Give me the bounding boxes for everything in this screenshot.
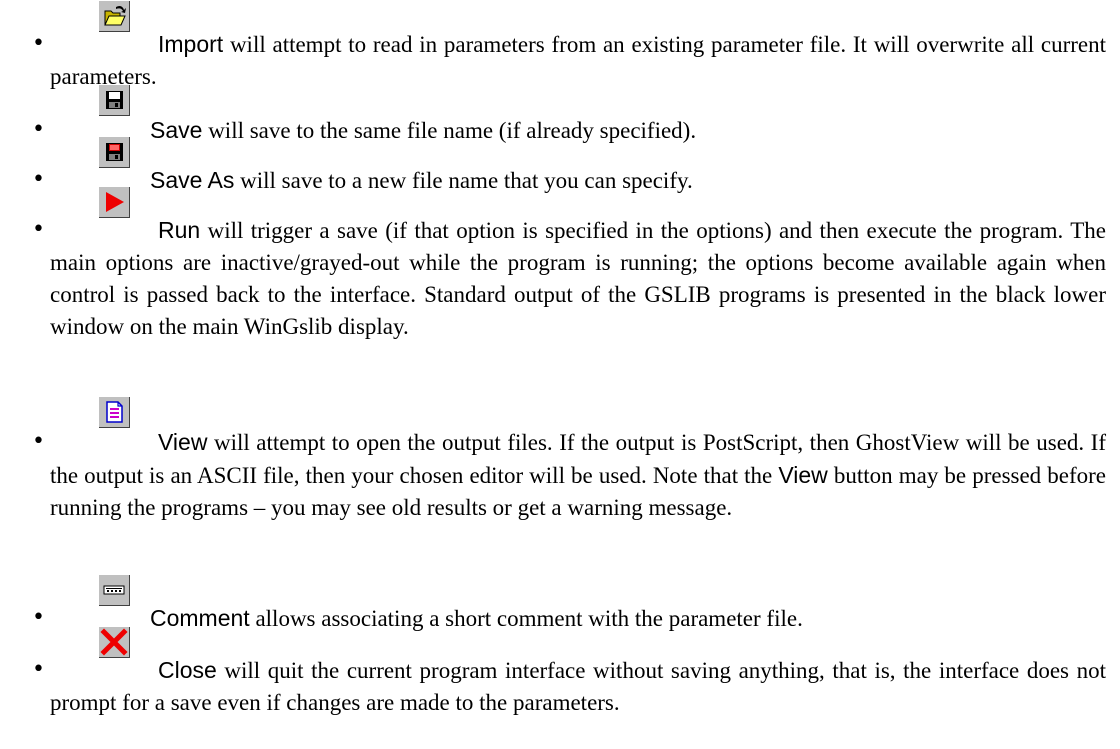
bullet: • [32,31,45,56]
item-keyword: Close [158,657,217,683]
list-item-text: Save will save to the same file name (if… [96,114,1106,147]
item-description: will save to a new file name that you ca… [234,168,693,193]
item-keyword: Save [150,117,203,143]
list-item-text: Comment allows associating a short comme… [96,602,1106,635]
item-description: will save to the same file name (if alre… [202,118,697,143]
floppy-disk-icon [98,84,130,116]
item-description: will trigger a save (if that option is s… [50,218,1106,339]
list-item-text: Import will attempt to read in parameter… [50,28,1106,93]
document-page: • Import will attempt to read in paramet… [0,0,1120,749]
list-item-text: Close will quit the current program inte… [50,654,1106,719]
list-item-text: Run will trigger a save (if that option … [50,214,1106,343]
bullet: • [32,217,45,242]
bullet: • [32,605,45,630]
item-keyword: Comment [150,605,250,631]
bullet: • [32,167,45,192]
list-item-text: View will attempt to open the output fil… [50,426,1106,524]
bullet: • [32,117,45,142]
document-view-icon [98,396,130,428]
bullet: • [32,657,45,682]
list-item-text: Save As will save to a new file name tha… [96,164,1106,197]
item-inline-keyword: View [778,462,828,488]
item-keyword: View [158,429,208,455]
item-description: allows associating a short comment with … [249,606,803,631]
bullet: • [32,429,45,454]
item-keyword: Run [158,217,201,243]
item-keyword: Import [158,31,224,57]
item-keyword: Save As [150,167,235,193]
